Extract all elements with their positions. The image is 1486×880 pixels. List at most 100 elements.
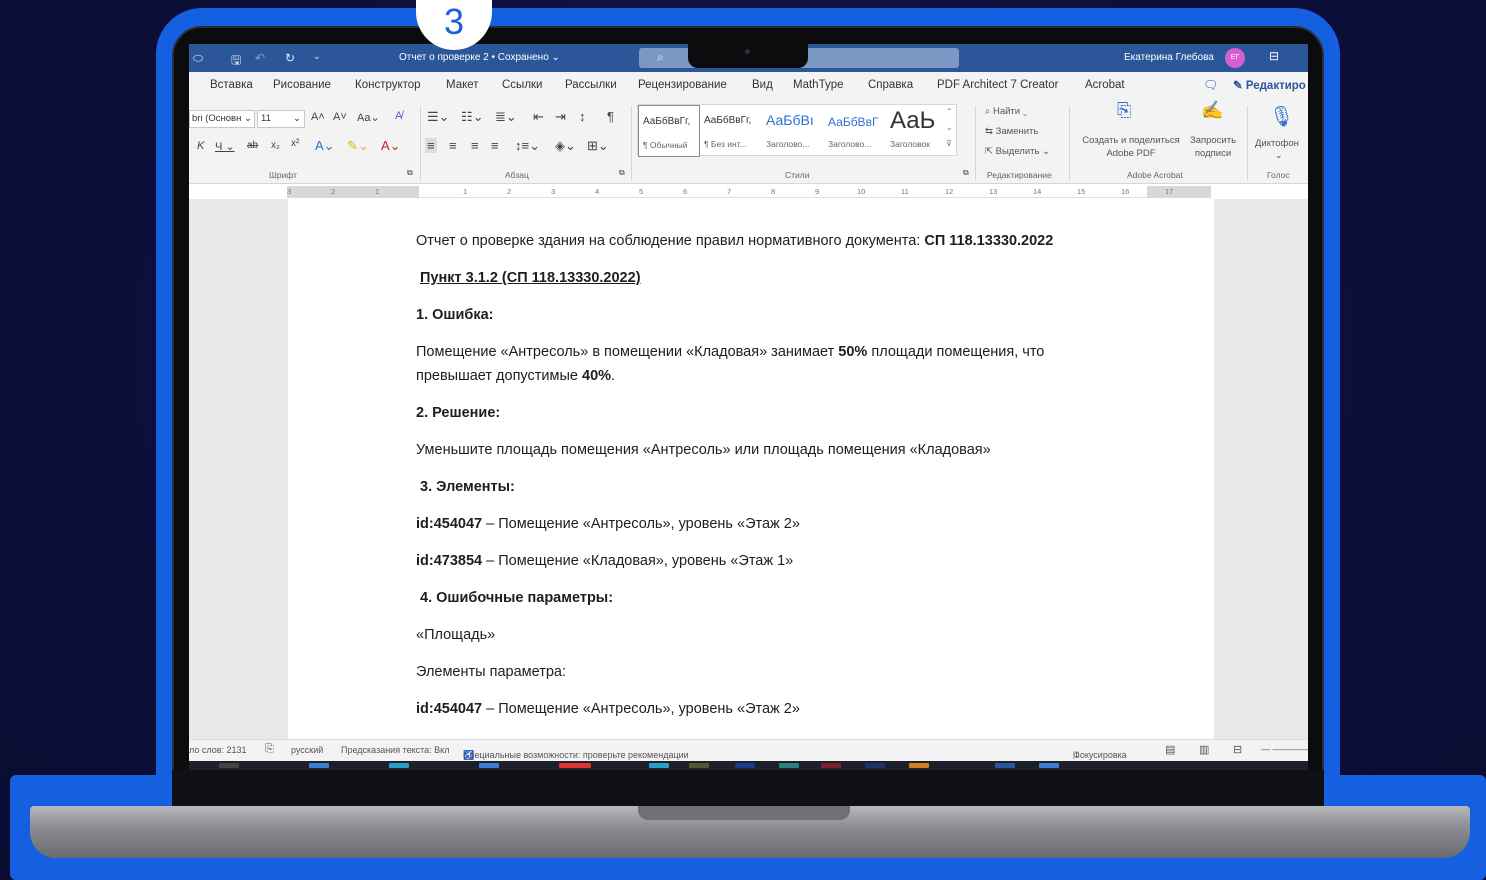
style-no-spacing[interactable]: АаБбВвГг, ¶ Без инт... <box>700 105 762 157</box>
user-name[interactable]: Екатерина Глебова <box>1124 52 1214 63</box>
strikethrough-icon[interactable]: ab <box>247 140 258 151</box>
text-effects-icon[interactable]: A⌄ <box>315 138 335 154</box>
tab-design[interactable]: Конструктор <box>355 79 421 91</box>
editing-mode-button[interactable]: ✎ Редактиро <box>1233 78 1306 92</box>
increase-indent-icon[interactable]: ⇥ <box>555 109 566 125</box>
create-pdf-icon[interactable]: ⎘ <box>1117 101 1131 119</box>
taskbar-app-icon[interactable] <box>479 763 499 768</box>
align-left-icon[interactable]: ≡ <box>425 138 437 153</box>
taskbar-app-icon[interactable] <box>219 763 239 768</box>
proofing-icon[interactable]: ⎘ <box>265 743 274 756</box>
taskbar-app-icon[interactable] <box>649 763 669 768</box>
font-dialog-launcher-icon[interactable]: ⧉ <box>407 168 413 178</box>
document-page[interactable]: Отчет о проверке здания на соблюдение пр… <box>288 199 1214 744</box>
bullets-icon[interactable]: ☰⌄ <box>427 109 450 125</box>
taskbar-app-icon[interactable] <box>559 763 591 768</box>
language-status[interactable]: русский <box>291 745 323 755</box>
numbering-icon[interactable]: ☷⌄ <box>461 109 484 125</box>
read-mode-icon[interactable]: ▤ <box>1165 743 1175 756</box>
comments-icon[interactable]: 🗨 <box>1203 78 1218 92</box>
clear-formatting-icon[interactable]: A̸ <box>395 110 402 122</box>
taskbar-app-icon[interactable] <box>909 763 929 768</box>
shading-icon[interactable]: ◈⌄ <box>555 138 576 154</box>
tab-acrobat[interactable]: Acrobat <box>1085 79 1125 91</box>
autosave-toggle-icon[interactable]: ⬭ <box>193 51 203 66</box>
multilevel-list-icon[interactable]: ≣⌄ <box>495 109 517 125</box>
taskbar-app-icon[interactable] <box>389 763 409 768</box>
tab-references[interactable]: Ссылки <box>502 79 543 91</box>
show-marks-icon[interactable]: ¶ <box>607 109 614 124</box>
ruler-tick: 15 <box>1077 187 1086 196</box>
taskbar-app-icon[interactable] <box>995 763 1015 768</box>
style-normal[interactable]: АаБбВвГг, ¶ Обычный <box>638 105 700 157</box>
superscript-icon[interactable]: x² <box>291 138 299 149</box>
taskbar-app-icon[interactable] <box>735 763 755 768</box>
taskbar-app-icon[interactable] <box>865 763 885 768</box>
ribbon-display-icon[interactable]: ⊟ <box>1269 49 1279 63</box>
word-count[interactable]: ло слов: 2131 <box>189 745 247 755</box>
tab-layout[interactable]: Макет <box>446 79 479 91</box>
taskbar-app-icon[interactable] <box>1039 763 1059 768</box>
dictate-dropdown-icon[interactable]: ⌄ <box>1275 150 1283 161</box>
microphone-icon[interactable]: 🎙 <box>1269 104 1294 129</box>
document-title[interactable]: Отчет о проверке 2 • Сохранено ⌄ <box>399 52 560 63</box>
gallery-more-icon[interactable]: ⊽ <box>946 139 952 148</box>
undo-icon[interactable]: ↶ <box>255 51 265 65</box>
tab-mathtype[interactable]: MathType <box>793 79 844 91</box>
style-heading-1[interactable]: АаБбВı Заголово... <box>762 105 824 157</box>
text-predictions-status[interactable]: Предсказания текста: Вкл <box>341 745 449 755</box>
taskbar-app-icon[interactable] <box>779 763 799 768</box>
document-canvas: Отчет о проверке здания на соблюдение пр… <box>189 199 1308 744</box>
tab-view[interactable]: Вид <box>752 79 773 91</box>
justify-icon[interactable]: ≡ <box>491 138 499 153</box>
shrink-font-icon[interactable]: A˅ <box>333 111 347 123</box>
highlight-icon[interactable]: ✎⌄ <box>347 138 369 154</box>
avatar[interactable]: ЕГ <box>1225 48 1245 68</box>
subscript-icon[interactable]: x₂ <box>271 140 280 151</box>
horizontal-ruler[interactable]: 3 2 1 1 2 3 4 5 6 7 8 9 10 11 12 13 14 1… <box>287 186 1211 198</box>
taskbar <box>189 761 1308 770</box>
paragraph-dialog-launcher-icon[interactable]: ⧉ <box>619 168 625 178</box>
tab-insert[interactable]: Вставка <box>210 79 253 91</box>
change-case-icon[interactable]: Aa⌄ <box>357 111 380 124</box>
line-spacing-icon[interactable]: ↕≡⌄ <box>515 138 540 154</box>
replace-button[interactable]: ⇆ Заменить <box>985 126 1038 137</box>
taskbar-app-icon[interactable] <box>689 763 709 768</box>
customize-toolbar-icon[interactable]: ⌄ <box>313 51 321 62</box>
find-button[interactable]: ⌕ Найти ⌄ <box>985 106 1027 117</box>
gallery-scroll-down-icon[interactable]: ⌄ <box>946 123 953 132</box>
ruler-tick: 3 <box>551 187 556 196</box>
request-signatures-button[interactable]: Запросить подписи <box>1185 134 1241 160</box>
zoom-slider[interactable]: — ——————— <box>1261 744 1308 754</box>
print-layout-icon[interactable]: ▥ <box>1199 743 1209 756</box>
create-share-pdf-button[interactable]: Создать и поделиться Adobe PDF <box>1077 134 1185 160</box>
font-size-field[interactable]: 11 ⌄ <box>257 110 305 128</box>
font-color-icon[interactable]: A⌄ <box>381 138 401 154</box>
redo-icon[interactable]: ↻ <box>285 51 295 65</box>
tab-mailings[interactable]: Рассылки <box>565 79 617 91</box>
align-center-icon[interactable]: ≡ <box>449 138 457 153</box>
sort-icon[interactable]: ↕ <box>579 109 586 124</box>
tab-help[interactable]: Справка <box>868 79 913 91</box>
dictate-button[interactable]: Диктофон <box>1255 138 1299 149</box>
style-title[interactable]: АаЬ Заголовок <box>886 105 948 157</box>
request-signatures-icon[interactable]: ✍ <box>1201 101 1223 119</box>
italic-icon[interactable]: K <box>197 140 204 152</box>
grow-font-icon[interactable]: A˄ <box>311 111 325 123</box>
gallery-scroll-up-icon[interactable]: ⌃ <box>946 107 953 116</box>
styles-dialog-launcher-icon[interactable]: ⧉ <box>963 168 969 178</box>
align-right-icon[interactable]: ≡ <box>471 138 479 153</box>
style-heading-2[interactable]: АаБбВвГ Заголово... <box>824 105 886 157</box>
borders-icon[interactable]: ⊞⌄ <box>587 138 609 154</box>
tab-review[interactable]: Рецензирование <box>638 79 727 91</box>
taskbar-app-icon[interactable] <box>309 763 329 768</box>
taskbar-app-icon[interactable] <box>821 763 841 768</box>
underline-icon[interactable]: Ч ⌄ <box>215 140 235 153</box>
tab-draw[interactable]: Рисование <box>273 79 331 91</box>
web-layout-icon[interactable]: ⊟ <box>1233 743 1242 756</box>
font-name-field[interactable]: bri (Основн ⌄ <box>189 110 255 128</box>
tab-pdf-architect[interactable]: PDF Architect 7 Creator <box>937 79 1058 91</box>
decrease-indent-icon[interactable]: ⇤ <box>533 109 544 125</box>
save-icon[interactable]: 🖫 <box>231 51 241 72</box>
select-button[interactable]: ⇱ Выделить ⌄ <box>985 146 1050 157</box>
